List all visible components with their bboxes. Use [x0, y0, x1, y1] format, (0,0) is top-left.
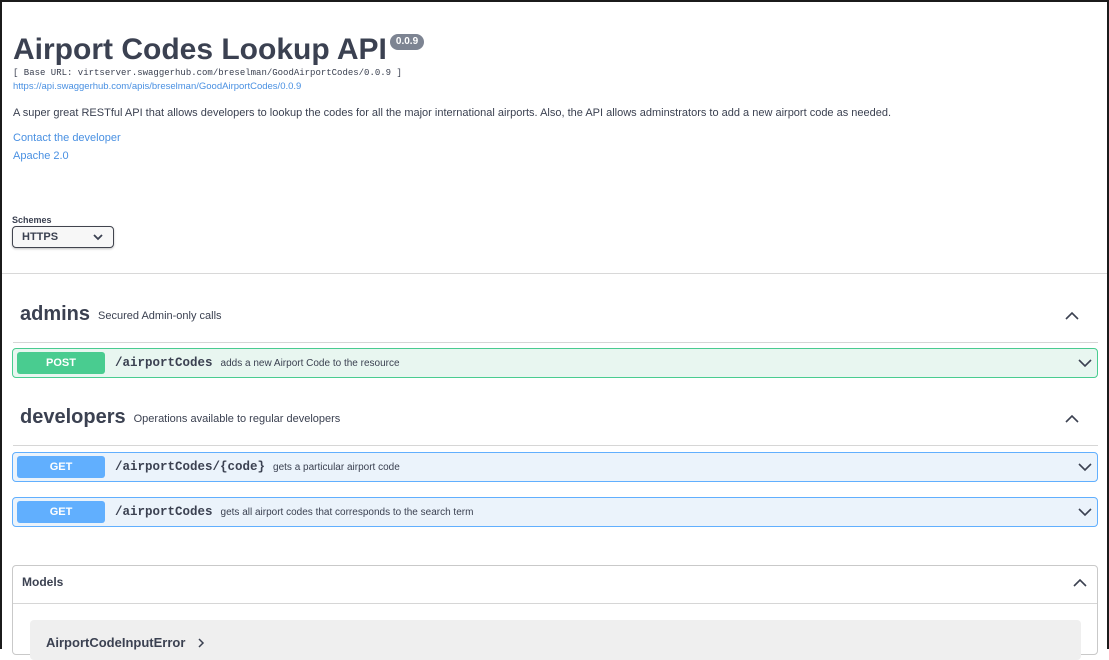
- operation-get-airport-codes[interactable]: GET /airportCodes gets all airport codes…: [12, 497, 1098, 527]
- tag-name: developers: [20, 406, 126, 428]
- tag-description: Operations available to regular develope…: [133, 413, 341, 425]
- method-badge: GET: [17, 456, 105, 478]
- operation-post-airport-codes[interactable]: POST /airportCodes adds a new Airport Co…: [12, 348, 1098, 378]
- title-row: Airport Codes Lookup API 0.0.9: [13, 30, 1093, 70]
- chevron-up-icon[interactable]: [1064, 309, 1080, 323]
- base-url: [ Base URL: virtserver.swaggerhub.com/br…: [13, 68, 402, 78]
- tag-developers[interactable]: developers Operations available to regul…: [20, 406, 1098, 429]
- contact-developer-link[interactable]: Contact the developer: [13, 132, 1093, 144]
- tag-description: Secured Admin-only calls: [98, 310, 222, 322]
- schemes-selected-value: HTTPS: [22, 231, 59, 243]
- chevron-down-icon[interactable]: [1078, 462, 1092, 472]
- models-section: Models AirportCodeInputError: [12, 565, 1098, 660]
- chevron-right-icon[interactable]: [197, 638, 205, 648]
- tag-divider: [13, 445, 1098, 446]
- operation-path: /airportCodes/{code}: [115, 460, 266, 474]
- operation-path: /airportCodes: [115, 356, 213, 370]
- chevron-up-icon[interactable]: [1064, 412, 1080, 426]
- chevron-down-icon[interactable]: [1078, 358, 1092, 368]
- operation-get-airport-code[interactable]: GET /airportCodes/{code} gets a particul…: [12, 452, 1098, 482]
- chevron-down-icon: [93, 233, 103, 240]
- operation-summary: gets a particular airport code: [273, 461, 400, 473]
- tag-name: admins: [20, 303, 91, 325]
- api-url-link[interactable]: https://api.swaggerhub.com/apis/breselma…: [13, 81, 1093, 92]
- schemes-section: Schemes HTTPS: [12, 215, 114, 248]
- model-item[interactable]: AirportCodeInputError: [30, 620, 1081, 660]
- chevron-down-icon[interactable]: [1078, 507, 1092, 517]
- tag-admins[interactable]: admins Secured Admin-only calls: [20, 303, 1098, 326]
- operation-summary: adds a new Airport Code to the resource: [220, 357, 400, 369]
- models-title[interactable]: Models: [22, 575, 63, 589]
- schemes-label: Schemes: [12, 215, 52, 225]
- license-link[interactable]: Apache 2.0: [13, 150, 1093, 162]
- chevron-up-icon[interactable]: [1073, 578, 1087, 588]
- page-title: Airport Codes Lookup API: [13, 33, 387, 66]
- models-divider: [13, 603, 1097, 604]
- operation-summary: gets all airport codes that corresponds …: [220, 506, 474, 518]
- section-divider: [2, 273, 1107, 274]
- api-info: Airport Codes Lookup API 0.0.9 [ Base UR…: [13, 30, 1093, 162]
- tag-divider: [13, 342, 1098, 343]
- operation-path: /airportCodes: [115, 505, 213, 519]
- version-badge: 0.0.9: [389, 34, 425, 50]
- method-badge: POST: [17, 352, 105, 374]
- schemes-select[interactable]: HTTPS: [12, 226, 114, 248]
- model-name: AirportCodeInputError: [46, 635, 186, 650]
- api-description: A super great RESTful API that allows de…: [13, 107, 892, 119]
- method-badge: GET: [17, 501, 105, 523]
